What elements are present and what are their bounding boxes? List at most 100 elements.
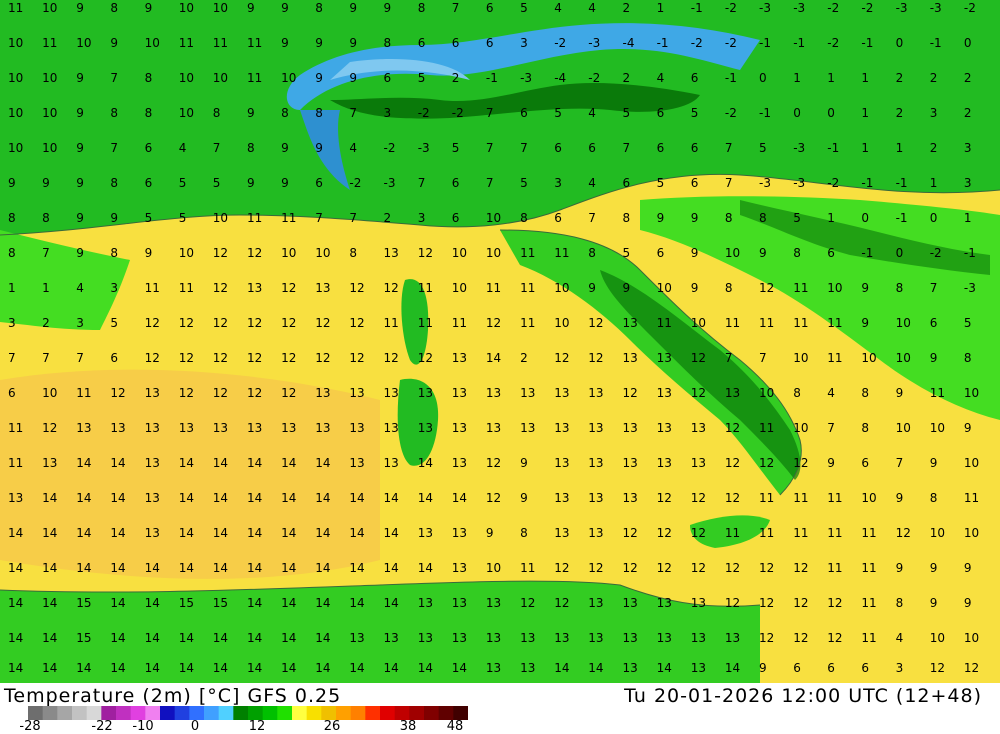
map-footer: Temperature (2m) [°C] GFS 0.25 Tu 20-01-…: [0, 683, 1000, 734]
grid-value: 12: [623, 386, 638, 400]
grid-value: -2: [349, 176, 361, 190]
grid-value: 9: [861, 316, 869, 330]
grid-value: 5: [110, 316, 118, 330]
grid-value: 13: [554, 421, 569, 435]
grid-value: 11: [8, 456, 23, 470]
grid-value: 8: [110, 246, 118, 260]
grid-value: 9: [76, 141, 84, 155]
grid-value: 8: [793, 386, 801, 400]
grid-value: 13: [486, 386, 501, 400]
grid-value: 14: [349, 561, 364, 575]
grid-value: 11: [42, 36, 57, 50]
grid-value: 5: [964, 316, 972, 330]
grid-value: 11: [793, 316, 808, 330]
grid-value: 14: [384, 596, 399, 610]
grid-value: 8: [8, 211, 16, 225]
grid-value: -1: [793, 36, 805, 50]
grid-value: 11: [861, 596, 876, 610]
grid-value: 6: [691, 71, 699, 85]
grid-value: 13: [247, 421, 262, 435]
grid-value: 13: [42, 456, 57, 470]
grid-value: 9: [657, 211, 665, 225]
grid-value: -1: [759, 36, 771, 50]
grid-value: 8: [418, 1, 426, 15]
grid-value: 13: [452, 561, 467, 575]
grid-value: 14: [554, 661, 569, 675]
legend-swatch: [453, 706, 468, 720]
grid-value: 14: [213, 561, 228, 575]
grid-value: 7: [623, 141, 631, 155]
grid-value: 12: [930, 661, 945, 675]
grid-value: 12: [384, 281, 399, 295]
grid-value: 9: [896, 491, 904, 505]
grid-value: 11: [384, 316, 399, 330]
grid-value: 9: [76, 176, 84, 190]
grid-value: 2: [964, 106, 972, 120]
grid-value: 2: [930, 141, 938, 155]
grid-value: 8: [8, 246, 16, 260]
grid-value: 9: [315, 36, 323, 50]
grid-value: 9: [76, 71, 84, 85]
grid-value: 2: [896, 71, 904, 85]
grid-value: 9: [896, 561, 904, 575]
grid-value: 0: [896, 36, 904, 50]
grid-value: 5: [554, 106, 562, 120]
grid-value: 13: [418, 631, 433, 645]
grid-value: 4: [827, 386, 835, 400]
grid-value: 12: [554, 596, 569, 610]
grid-value: 9: [281, 36, 289, 50]
grid-value: 9: [964, 421, 972, 435]
grid-value: 12: [759, 281, 774, 295]
grid-value: 1: [930, 176, 938, 190]
grid-value: 13: [384, 386, 399, 400]
grid-value: 14: [42, 526, 57, 540]
grid-value: 14: [110, 596, 125, 610]
grid-value: 9: [930, 596, 938, 610]
grid-value: 12: [725, 491, 740, 505]
temperature-map[interactable]: 11 10 9 8 9 10 10 9 9 8 9 9 8 7 6 5 4 4 2 1 -1 -2 -3 -3 -2 -2 -3 -3…: [0, 0, 1000, 683]
grid-value: 6: [452, 176, 460, 190]
grid-value: 13: [520, 421, 535, 435]
grid-value: 11: [418, 281, 433, 295]
grid-value: 11: [827, 351, 842, 365]
grid-value: 13: [623, 421, 638, 435]
grid-value: 14: [8, 526, 23, 540]
grid-value: 9: [486, 526, 494, 540]
grid-value: 14: [247, 491, 262, 505]
grid-value: 6: [520, 106, 528, 120]
grid-value: 13: [486, 631, 501, 645]
grid-value: 13: [725, 631, 740, 645]
grid-value: -3: [793, 1, 805, 15]
grid-value: 6: [554, 211, 562, 225]
grid-value: 10: [861, 491, 876, 505]
legend-tick-label: -22: [91, 719, 113, 734]
grid-value: 14: [42, 596, 57, 610]
grid-value: 13: [657, 351, 672, 365]
grid-value: 14: [281, 561, 296, 575]
grid-value: 8: [145, 71, 153, 85]
grid-value: 13: [588, 631, 603, 645]
grid-value: 9: [145, 246, 153, 260]
grid-value: 6: [827, 246, 835, 260]
grid-value: 0: [964, 36, 972, 50]
grid-value: 6: [452, 211, 460, 225]
grid-value: 13: [110, 421, 125, 435]
grid-value: 13: [657, 421, 672, 435]
grid-value: 6: [554, 141, 562, 155]
grid-value: -2: [930, 246, 942, 260]
grid-value: 6: [623, 176, 631, 190]
grid-value: 9: [588, 281, 596, 295]
grid-value: 2: [384, 211, 392, 225]
grid-value: 8: [964, 351, 972, 365]
grid-value: -3: [418, 141, 430, 155]
grid-value: 9: [315, 141, 323, 155]
grid-value: 13: [588, 596, 603, 610]
grid-value: 6: [110, 351, 118, 365]
grid-value: 14: [315, 631, 330, 645]
grid-value: 13: [520, 386, 535, 400]
grid-value: 11: [281, 211, 296, 225]
grid-value: 2: [42, 316, 50, 330]
grid-value: 9: [76, 1, 84, 15]
grid-value: 11: [452, 316, 467, 330]
grid-value: 13: [588, 386, 603, 400]
